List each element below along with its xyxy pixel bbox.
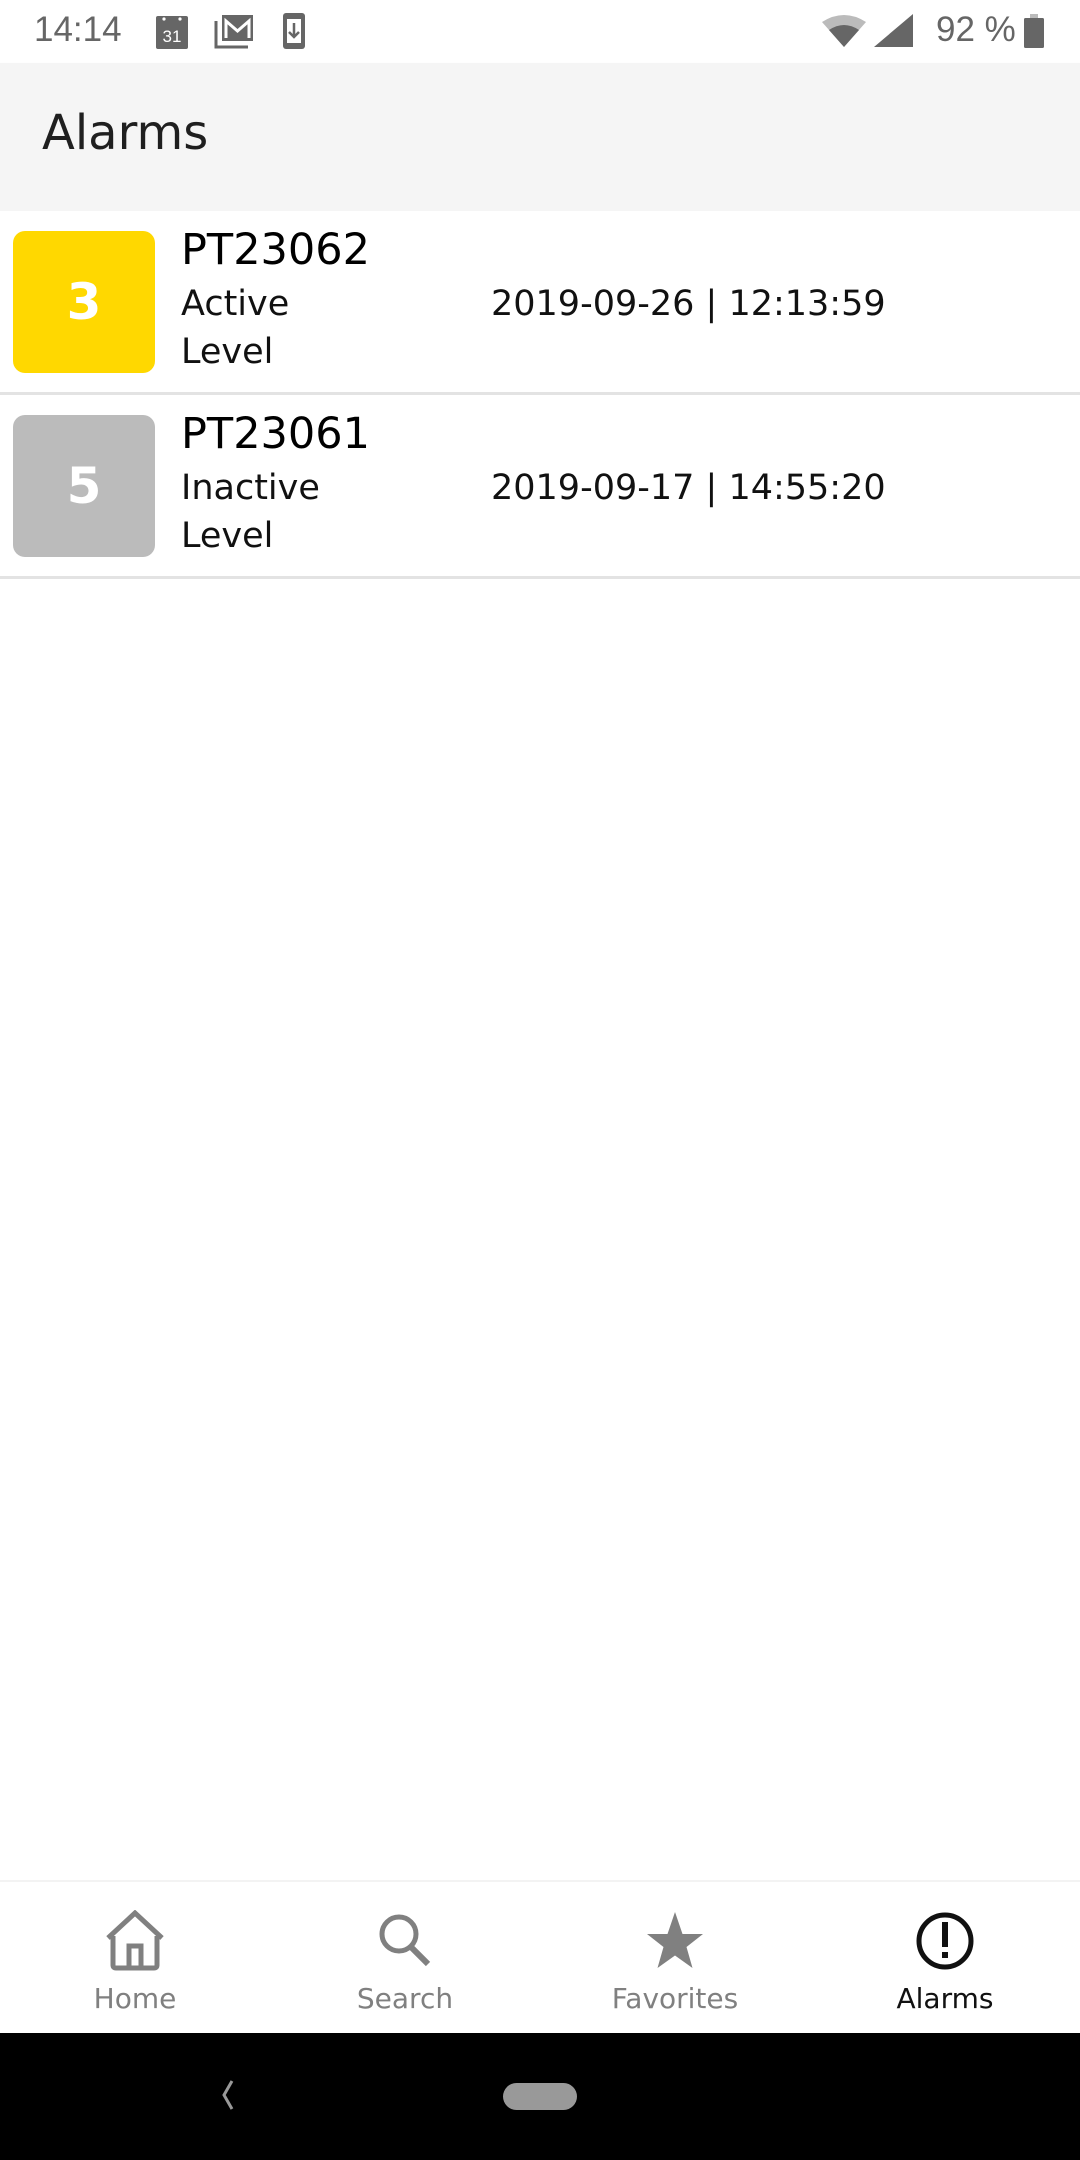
cell-signal-icon (874, 14, 913, 47)
back-icon[interactable] (218, 2077, 238, 2113)
nav-label: Favorites (611, 1982, 739, 2015)
page-title: Alarms (42, 105, 209, 161)
nav-item-home[interactable]: Home (0, 1882, 270, 2033)
alarm-tag: PT23062 (181, 225, 370, 275)
alarm-row[interactable]: 3 PT23062 Active Level 2019-09-26 | 12:1… (0, 211, 1080, 395)
alarm-state: Inactive (181, 468, 320, 508)
nav-item-alarms[interactable]: Alarms (810, 1882, 1080, 2033)
alert-circle-icon (916, 1912, 974, 1970)
download-icon (283, 13, 305, 49)
home-icon (106, 1910, 164, 1971)
severity-badge: 3 (13, 231, 155, 373)
status-time: 14:14 (34, 10, 122, 49)
calendar-day: 31 (163, 27, 182, 46)
status-bar: 14:14 31 92 % (0, 0, 1080, 63)
severity-badge: 5 (13, 415, 155, 557)
battery-percent: 92 % (936, 10, 1016, 49)
home-pill-icon[interactable] (503, 2083, 577, 2110)
alarm-row[interactable]: 5 PT23061 Inactive Level 2019-09-17 | 14… (0, 395, 1080, 579)
star-icon (647, 1912, 703, 1968)
alarm-timestamp: 2019-09-26 | 12:13:59 (491, 284, 886, 324)
app-bar: Alarms (0, 63, 1080, 211)
nav-label: Home (93, 1982, 177, 2015)
alarm-state: Active (181, 284, 290, 324)
gmail-icon (214, 15, 253, 49)
wifi-icon (822, 15, 866, 47)
battery-icon (1024, 14, 1044, 48)
calendar-icon: 31 (156, 16, 188, 49)
nav-label: Search (356, 1982, 454, 2015)
alarm-tag: PT23061 (181, 409, 370, 459)
alarm-type: Level (181, 332, 274, 372)
alarm-type: Level (181, 516, 274, 556)
system-nav-bar (0, 2033, 1080, 2160)
search-icon (379, 1914, 431, 1967)
nav-item-search[interactable]: Search (270, 1882, 540, 2033)
bottom-nav: Home Search Favorites Alarms (0, 1880, 1080, 2033)
alarm-timestamp: 2019-09-17 | 14:55:20 (491, 468, 886, 508)
alarm-list: 3 PT23062 Active Level 2019-09-26 | 12:1… (0, 211, 1080, 579)
nav-item-favorites[interactable]: Favorites (540, 1882, 810, 2033)
nav-label: Alarms (896, 1982, 994, 2015)
